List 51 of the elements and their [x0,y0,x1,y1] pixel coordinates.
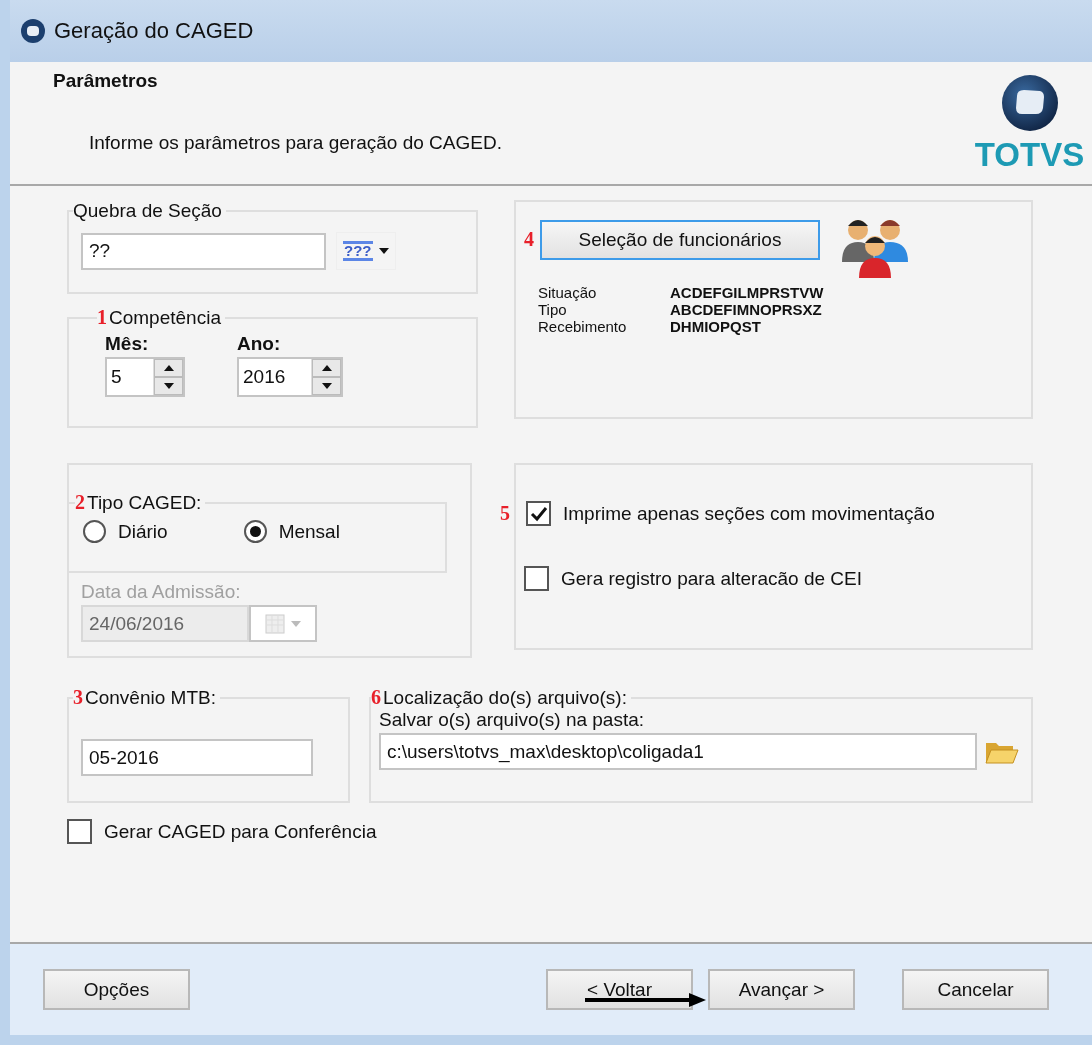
month-label: Mês: [105,333,150,355]
page-subtitle: Informe os parâmetros para geração do CAGED. [89,132,502,154]
group-label: Quebra de Seção [73,200,222,222]
radio-label: Mensal [278,520,340,543]
annotation-number: 5 [500,502,511,525]
annotation-number: 1 [97,306,107,329]
calendar-icon [265,613,287,634]
filter-label: Recebimento [538,318,628,335]
admission-date-label: Data da Admissão: [81,581,242,603]
annotation-number: 4 [523,228,534,251]
caret-icon [378,248,389,254]
dialog-button[interactable]: Opções [43,969,190,1010]
year-label: Ano: [237,333,282,355]
dialog-button[interactable]: < Voltar [546,969,693,1010]
window-title: Geração do CAGED [54,18,254,44]
checkbox[interactable] [67,819,92,844]
filter-label: Tipo [538,301,568,318]
logo-icon [999,74,1060,132]
number-spinner[interactable]: 5 [105,357,185,397]
picker-button[interactable]: ??? [336,232,396,270]
dialog-button[interactable]: Cancelar [902,969,1049,1010]
section-field[interactable]: ?? [81,232,326,270]
checkbox-label: Imprime apenas seções com movimentação [563,502,935,525]
filter-label: Situação [538,284,598,301]
filter-value: ABCDEFIMNOPRSXZ [670,301,823,318]
number-spinner[interactable]: 2016 [237,357,343,397]
checkbox[interactable] [526,501,551,526]
agreement-field[interactable]: 05-2016 [81,739,313,776]
radio-label: Diário [118,520,168,543]
filter-value: DHMIOPQST [670,318,762,335]
checkbox-label: Gerar CAGED para Conferência [104,820,377,843]
employee-selection-button[interactable]: Seleção de funcionários [540,220,820,260]
annotation-number: 2 [75,491,85,514]
group-label: Tipo CAGED: [87,492,202,514]
group-label: Localização do(s) arquivo(s): [383,687,627,709]
checkbox-label: Gera registro para alteracão de CEI [561,567,862,590]
page-title: Parâmetros [53,70,159,92]
caret-icon [291,620,301,627]
checkbox[interactable] [524,566,549,591]
annotation-number: 3 [73,686,83,709]
group-label: Competência [109,307,221,329]
app-logo-icon [20,18,46,44]
dialog-button[interactable]: Avançar > [708,969,855,1010]
filter-value: ACDEFGILMPRSTVW [670,284,825,301]
radio-button[interactable] [83,520,106,543]
annotation-number: 6 [371,686,381,709]
folder-label: Salvar o(s) arquivo(s) na pasta: [379,709,646,731]
group-label: Convênio MTB: [85,687,216,709]
folder-path-field[interactable]: c:\users\totvs_max\desktop\coligada1 [379,733,977,770]
logo-text: TOTVS [974,136,1085,174]
radio-button[interactable] [243,520,267,543]
